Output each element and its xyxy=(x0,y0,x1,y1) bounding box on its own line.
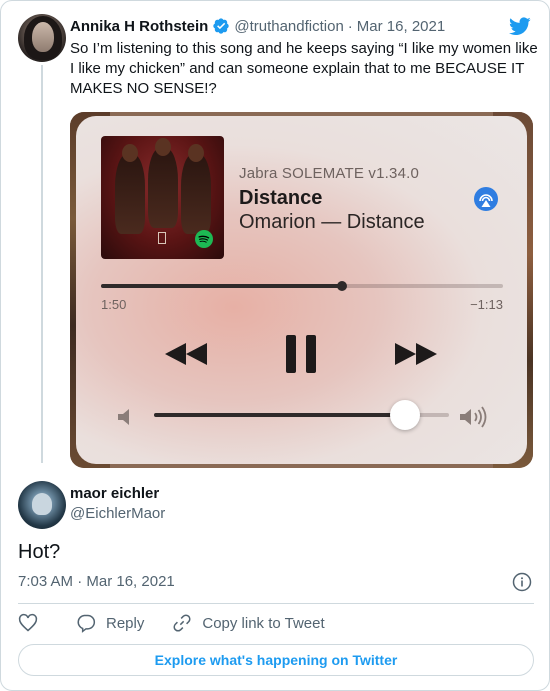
volume-high-icon xyxy=(460,406,487,428)
volume-slider[interactable] xyxy=(154,400,449,430)
rewind-icon xyxy=(165,343,207,365)
tweet-timestamp[interactable]: 7:03 AM · Mar 16, 2021 xyxy=(18,573,175,590)
tweet-embed-card: Annika H Rothstein @truthandfiction · Ma… xyxy=(0,0,550,691)
link-icon xyxy=(173,614,191,632)
avatar-skull xyxy=(32,493,52,515)
fast-forward-button[interactable] xyxy=(388,334,444,374)
volume-slider-fill xyxy=(154,413,405,417)
airplay-icon[interactable] xyxy=(473,186,499,212)
volume-slider-knob[interactable] xyxy=(390,400,420,430)
volume-low-icon xyxy=(118,409,129,425)
rewind-button[interactable] xyxy=(158,334,214,374)
tweet-text: Hot? xyxy=(18,541,61,563)
spotify-icon xyxy=(195,230,213,248)
copy-link-button[interactable]: Copy link to Tweet xyxy=(172,613,325,633)
elapsed-time: 1:50 xyxy=(101,297,127,312)
author-name[interactable]: maor eichler xyxy=(70,485,159,502)
album-figure-head xyxy=(122,144,138,162)
like-button[interactable] xyxy=(18,613,48,633)
divider xyxy=(18,603,534,604)
reply-label: Reply xyxy=(106,614,145,632)
quoted-author-avatar[interactable] xyxy=(18,14,66,62)
playback-progress-fill xyxy=(101,284,342,288)
thread-connector-line xyxy=(41,65,43,463)
pause-button[interactable] xyxy=(281,334,321,374)
album-figure-head xyxy=(155,138,171,156)
album-art xyxy=(101,136,224,259)
verified-badge-icon xyxy=(213,18,230,34)
pause-icon xyxy=(286,335,316,373)
reply-icon xyxy=(77,614,96,633)
track-title: Distance xyxy=(239,187,323,209)
explore-twitter-button[interactable]: Explore what's happening on Twitter xyxy=(18,644,534,676)
reply-button[interactable]: Reply xyxy=(76,613,144,633)
copy-link-label: Copy link to Tweet xyxy=(202,614,325,632)
album-figure xyxy=(181,154,211,234)
author-handle[interactable]: @EichlerMaor xyxy=(70,505,165,522)
album-figure-head xyxy=(188,144,204,162)
track-artist: Omarion — Distance xyxy=(239,211,425,233)
album-figure xyxy=(148,148,178,228)
album-figure xyxy=(115,154,145,234)
info-icon[interactable] xyxy=(512,572,532,592)
quoted-author-handle[interactable]: @truthandfiction xyxy=(234,18,343,35)
quoted-author-name[interactable]: Annika H Rothstein xyxy=(70,18,208,35)
header-separator: · xyxy=(347,17,353,35)
album-logo xyxy=(158,232,166,244)
quoted-tweet-date[interactable]: Mar 16, 2021 xyxy=(357,18,445,35)
playback-scrubber[interactable] xyxy=(337,281,347,291)
quoted-tweet-text: So I’m listening to this song and he kee… xyxy=(70,40,538,97)
now-playing-panel: Jabra SOLEMATE v1.34.0 Distance Omarion … xyxy=(76,116,527,464)
tweet-media-image[interactable]: Jabra SOLEMATE v1.34.0 Distance Omarion … xyxy=(70,112,533,468)
heart-icon xyxy=(18,613,38,632)
remaining-time: −1:13 xyxy=(470,297,503,312)
twitter-bird-icon[interactable] xyxy=(508,15,532,37)
playback-progress-bar[interactable] xyxy=(101,281,503,291)
fast-forward-icon xyxy=(395,343,437,365)
author-avatar[interactable] xyxy=(18,481,66,529)
tweet-actions: Reply Copy link to Tweet xyxy=(18,613,353,633)
quoted-tweet-header: Annika H Rothstein @truthandfiction · Ma… xyxy=(70,16,445,36)
avatar-face xyxy=(32,22,54,52)
output-device-name: Jabra SOLEMATE v1.34.0 xyxy=(239,165,420,182)
